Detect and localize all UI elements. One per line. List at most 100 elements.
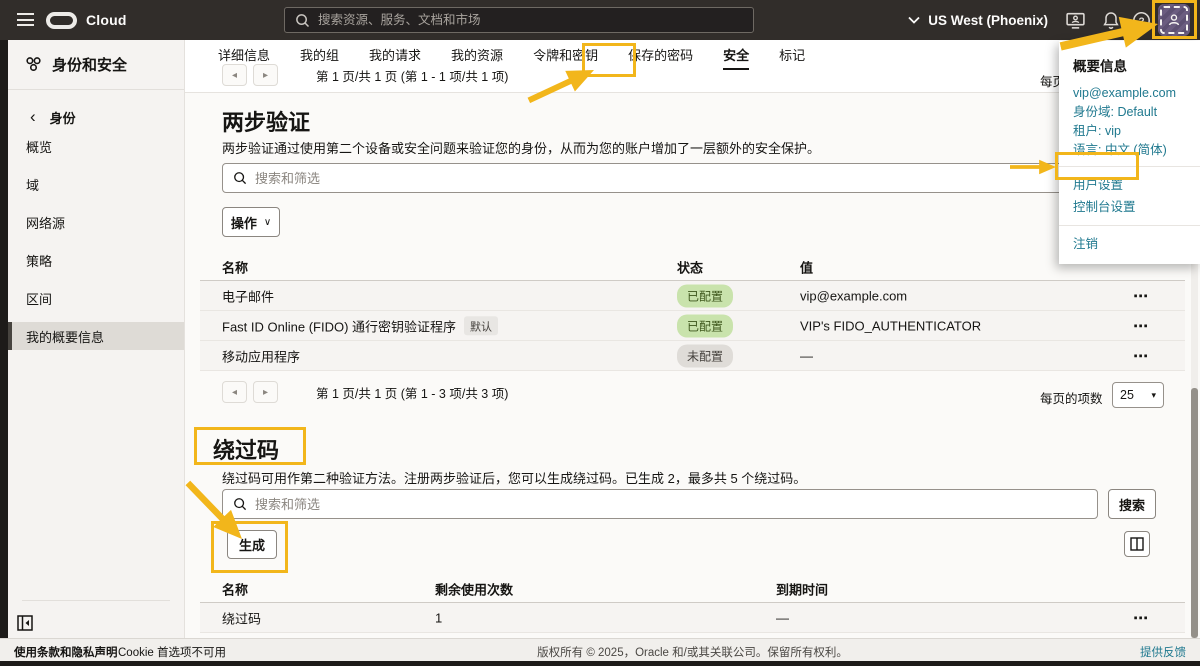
pagination-mfa: ◂ ▸ 第 1 页/共 1 页 (第 1 - 3 项/共 3 项) <box>222 381 508 403</box>
menu-item-user-settings[interactable]: 用户设置 <box>1059 174 1200 196</box>
bypass-table: 名称 剩余使用次数 到期时间 绕过码 1 — ⋯ <box>200 575 1185 633</box>
table-row: 电子邮件 已配置 vip@example.com ⋯ <box>200 281 1185 311</box>
region-selector[interactable]: US West (Phoenix) <box>908 0 1048 40</box>
column-header-name: 名称 <box>222 257 248 276</box>
sidebar-item-overview[interactable]: 概览 <box>8 132 184 161</box>
menu-item-console-settings[interactable]: 控制台设置 <box>1059 196 1200 218</box>
page-next-button[interactable]: ▸ <box>253 64 278 86</box>
mfa-filter-box <box>222 163 1098 193</box>
global-search-input[interactable] <box>318 13 698 27</box>
factor-value: VIP's FIDO_AUTHENTICATOR <box>800 318 981 333</box>
brand-label: Cloud <box>86 12 127 28</box>
page-prev-button[interactable]: ◂ <box>222 381 247 403</box>
pagination-top: ◂ ▸ 第 1 页/共 1 页 (第 1 - 1 项/共 1 项) <box>222 64 508 86</box>
bypass-remaining: 1 <box>435 610 442 625</box>
menu-item-language[interactable]: 语言: 中文 (简体) <box>1059 140 1200 159</box>
factor-name: 移动应用程序 <box>222 346 300 365</box>
sidebar-item-my-profile[interactable]: 我的概要信息 <box>8 322 184 350</box>
tab-tokens-keys[interactable]: 令牌和密钥 <box>533 40 598 70</box>
menu-item-email[interactable]: vip@example.com <box>1059 83 1200 102</box>
bypass-section-title: 绕过码 <box>213 433 279 465</box>
mfa-section-description: 两步验证通过使用第二个设备或安全问题来验证您的身份，从而为您的账户增加了一层额外… <box>222 138 820 157</box>
per-page-select[interactable]: 25 ▾ <box>1112 382 1164 408</box>
menu-item-tenancy[interactable]: 租户: vip <box>1059 121 1200 140</box>
sidebar-item-domains[interactable]: 域 <box>8 170 184 199</box>
row-actions-button[interactable]: ⋯ <box>1133 317 1149 335</box>
bypass-columns-button[interactable] <box>1124 531 1150 557</box>
pagination-text: 第 1 页/共 1 页 (第 1 - 1 项/共 1 项) <box>316 66 508 85</box>
bypass-table-header: 名称 剩余使用次数 到期时间 <box>200 575 1185 603</box>
factor-value: — <box>800 348 813 363</box>
sidebar-divider <box>22 600 170 601</box>
sidebar-item-compartments[interactable]: 区间 <box>8 284 184 313</box>
menu-divider <box>1059 166 1200 167</box>
sidebar-back-identity[interactable]: ‹ 身份 <box>8 103 184 131</box>
menu-item-sign-out[interactable]: 注销 <box>1059 233 1200 254</box>
table-row: 移动应用程序 未配置 — ⋯ <box>200 341 1185 371</box>
content-divider <box>185 92 1200 93</box>
topbar: Cloud US West (Phoenix) ? <box>0 0 1200 40</box>
column-header-remaining: 剩余使用次数 <box>435 579 513 598</box>
terms-privacy-link[interactable]: 使用条款和隐私声明 <box>14 644 118 660</box>
menu-divider <box>1059 225 1200 226</box>
factor-value: vip@example.com <box>800 288 907 303</box>
search-icon <box>233 497 247 511</box>
sidebar-item-network-sources[interactable]: 网络源 <box>8 208 184 237</box>
region-label: US West (Phoenix) <box>928 13 1048 28</box>
scrollbar-thumb[interactable] <box>1191 388 1198 638</box>
notifications-bell-icon[interactable] <box>1100 9 1122 31</box>
status-badge: 已配置 <box>677 284 733 307</box>
feedback-link[interactable]: 提供反馈 <box>1140 644 1186 660</box>
bottom-edge-strip <box>0 661 1200 666</box>
menu-header: 概要信息 <box>1059 53 1200 83</box>
mfa-filter-input[interactable] <box>255 171 1035 186</box>
oracle-logo-icon <box>46 12 77 29</box>
user-avatar[interactable] <box>1158 4 1190 36</box>
cloud-shell-icon[interactable] <box>1064 9 1086 31</box>
table-row: Fast ID Online (FIDO) 通行密钥验证程序默认 已配置 VIP… <box>200 311 1185 341</box>
sidebar-header: 身份和安全 <box>8 40 184 90</box>
row-actions-button[interactable]: ⋯ <box>1133 347 1149 365</box>
help-icon[interactable]: ? <box>1130 9 1152 31</box>
tab-tags[interactable]: 标记 <box>779 40 805 70</box>
status-badge: 已配置 <box>677 314 733 337</box>
sidebar-item-policies[interactable]: 策略 <box>8 246 184 275</box>
columns-icon <box>1130 537 1144 551</box>
chevron-down-icon: ∨ <box>264 217 271 228</box>
tab-saved-passwords[interactable]: 保存的密码 <box>628 40 693 70</box>
bypass-search-button[interactable]: 搜索 <box>1108 489 1156 519</box>
back-chevron-icon: ‹ <box>30 111 36 123</box>
bypass-filter-input[interactable] <box>255 497 1035 512</box>
global-search[interactable] <box>284 7 754 33</box>
page-next-button[interactable]: ▸ <box>253 381 278 403</box>
generate-button[interactable]: 生成 <box>227 530 277 559</box>
page-prev-button[interactable]: ◂ <box>222 64 247 86</box>
identity-security-icon <box>24 55 43 74</box>
actions-button[interactable]: 操作 ∨ <box>222 207 280 237</box>
row-actions-button[interactable]: ⋯ <box>1133 287 1149 305</box>
mfa-table-header: 名称 状态 值 <box>200 253 1185 281</box>
collapse-panel-icon[interactable] <box>14 612 36 634</box>
search-icon <box>233 171 247 185</box>
factor-name: 电子邮件 <box>222 286 274 305</box>
sidebar: 身份和安全 ‹ 身份 概览 域 网络源 策略 区间 我的概要信息 <box>8 40 185 638</box>
sidebar-title: 身份和安全 <box>52 54 127 75</box>
factor-name: Fast ID Online (FIDO) 通行密钥验证程序 <box>222 319 456 334</box>
oracle-cloud-console: { "topbar": { "brand": "Cloud", "search_… <box>0 0 1200 666</box>
column-header-status: 状态 <box>677 257 703 276</box>
menu-item-identity-domain[interactable]: 身份域: Default <box>1059 102 1200 121</box>
tab-security[interactable]: 安全 <box>723 40 749 70</box>
svg-text:?: ? <box>1138 16 1144 27</box>
chevron-down-icon <box>908 16 920 24</box>
mfa-table: 名称 状态 值 电子邮件 已配置 vip@example.com ⋯ Fast … <box>200 253 1185 371</box>
column-header-name: 名称 <box>222 579 248 598</box>
hamburger-menu-icon[interactable] <box>17 13 34 26</box>
person-icon <box>1167 13 1181 27</box>
copyright-text: 版权所有 © 2025，Oracle 和/或其关联公司。保留所有权利。 <box>185 644 1200 660</box>
bypass-filter-box <box>222 489 1098 519</box>
column-header-value: 值 <box>800 257 813 276</box>
sidebar-nav: 概览 域 网络源 策略 区间 我的概要信息 <box>8 132 184 350</box>
bypass-name: 绕过码 <box>222 608 261 627</box>
footer: 使用条款和隐私声明 Cookie 首选项不可用 版权所有 © 2025，Orac… <box>0 638 1200 661</box>
row-actions-button[interactable]: ⋯ <box>1133 609 1149 627</box>
